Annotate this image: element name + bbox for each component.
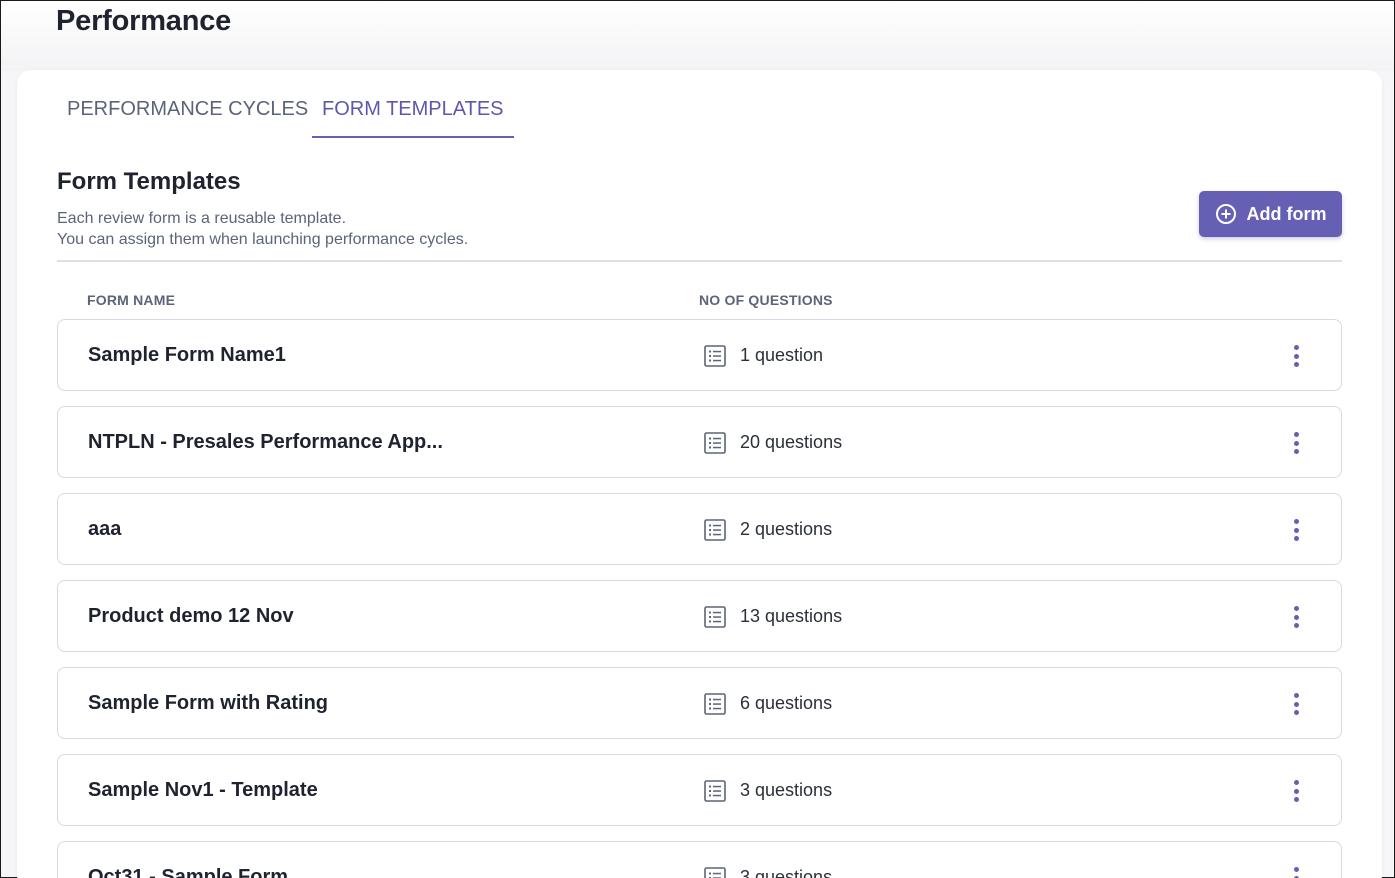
question-count: 1 question: [740, 345, 824, 365]
form-template-row[interactable]: aaa 2 questions: [57, 493, 1342, 565]
list-icon: [704, 780, 726, 802]
section-description: Each review form is a reusable template.…: [57, 208, 468, 250]
question-count: 20 questions: [740, 432, 843, 452]
add-form-button[interactable]: Add form: [1199, 191, 1342, 237]
more-vertical-icon[interactable]: [1282, 430, 1310, 456]
form-template-row[interactable]: Sample Nov1 - Template 3 questions: [57, 754, 1342, 826]
question-count: 13 questions: [740, 606, 843, 626]
more-vertical-icon[interactable]: [1282, 343, 1310, 369]
form-name: Sample Form Name1: [88, 344, 286, 366]
plus-circle-icon: [1215, 203, 1237, 225]
main-card: PERFORMANCE CYCLES FORM TEMPLATES Form T…: [17, 70, 1382, 878]
more-vertical-icon[interactable]: [1282, 604, 1310, 630]
more-vertical-icon[interactable]: [1282, 778, 1310, 804]
tab-form-templates[interactable]: FORM TEMPLATES: [312, 98, 514, 138]
question-count: 6 questions: [740, 693, 833, 713]
section-title: Form Templates: [57, 168, 241, 195]
form-template-row[interactable]: Sample Form with Rating 6 questions: [57, 667, 1342, 739]
add-form-button-label: Add form: [1246, 203, 1327, 224]
more-vertical-icon[interactable]: [1282, 691, 1310, 717]
form-name: Sample Form with Rating: [88, 692, 329, 714]
list-icon: [704, 432, 726, 454]
list-icon: [704, 519, 726, 541]
form-name: NTPLN - Presales Performance App...: [88, 431, 443, 453]
form-template-row[interactable]: Oct31 - Sample Form 3 questions: [57, 841, 1342, 878]
more-vertical-icon[interactable]: [1282, 865, 1310, 878]
form-template-row[interactable]: Sample Form Name1 1 question: [57, 319, 1342, 391]
list-icon: [704, 345, 726, 367]
more-vertical-icon[interactable]: [1282, 517, 1310, 543]
list-icon: [704, 867, 726, 878]
form-template-row[interactable]: Product demo 12 Nov 13 questions: [57, 580, 1342, 652]
form-name: Product demo 12 Nov: [88, 605, 294, 627]
page-title: Performance: [56, 5, 232, 37]
form-name: aaa: [88, 518, 122, 540]
section-description-line-2: You can assign them when launching perfo…: [57, 231, 469, 248]
question-count: 2 questions: [740, 519, 833, 539]
list-icon: [704, 606, 726, 628]
form-name: Oct31 - Sample Form: [88, 866, 289, 878]
form-template-row[interactable]: NTPLN - Presales Performance App... 20 q…: [57, 406, 1342, 478]
list-icon: [704, 693, 726, 715]
section-divider: [57, 260, 1342, 262]
question-count: 3 questions: [740, 867, 833, 878]
form-name: Sample Nov1 - Template: [88, 779, 318, 801]
section-description-line-1: Each review form is a reusable template.: [57, 210, 347, 227]
tab-performance-cycles[interactable]: PERFORMANCE CYCLES: [57, 98, 318, 138]
column-header-form-name: FORM NAME: [87, 292, 176, 308]
page-header: Performance: [1, 1, 1394, 71]
question-count: 3 questions: [740, 780, 833, 800]
column-header-questions: NO OF QUESTIONS: [699, 292, 833, 308]
